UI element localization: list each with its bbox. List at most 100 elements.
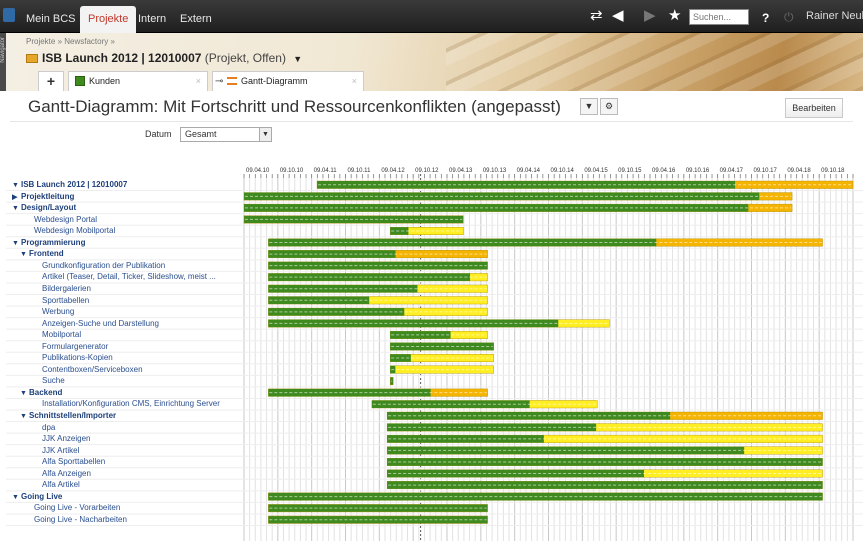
app-logo-icon[interactable] [3,8,15,22]
gantt-date-label: 09.04.17 [720,168,744,174]
gantt-task-row[interactable]: Alfa Anzeigen [12,468,245,479]
gantt-task-row[interactable]: Alfa Sporttabellen [12,456,245,467]
forward-icon[interactable]: ▶ [644,8,656,24]
project-header: Projekte » Newsfactory » ISB Launch 2012… [6,33,863,91]
gantt-task-row[interactable]: ▶ Projektleitung [12,191,245,202]
gantt-date-label: 09.10.15 [618,168,642,174]
gantt-task-row[interactable]: dpa [12,422,245,433]
edit-button[interactable]: Bearbeiten [785,98,843,118]
date-filter-value: Gesamt [185,129,217,139]
gantt-task-row[interactable]: Installation/Konfiguration CMS, Einricht… [12,398,245,409]
gantt-task-label: Suche [42,376,65,386]
gantt-task-row[interactable]: Anzeigen-Suche und Darstellung [12,318,245,329]
expand-chevron-down-icon[interactable]: ▼ [20,411,29,421]
gantt-task-row[interactable]: ▼ Going Live [12,491,245,502]
gantt-progress-bar [268,296,370,305]
page-title: Gantt-Diagramm: Mit Fortschritt und Ress… [28,97,561,116]
project-menu-chevron-down-icon[interactable]: ▼ [293,54,302,64]
date-filter-select[interactable]: Gesamt ▼ [180,127,272,142]
gantt-task-label: Bildergalerien [42,283,91,293]
date-filter-label: Datum [145,129,172,139]
expand-chevron-down-icon[interactable]: ▼ [12,180,21,190]
top-navigation-bar: Mein BCS Projekte Intern Extern ⇄ ◀ ▶ ★ … [0,0,863,33]
search-input[interactable] [689,9,749,25]
gantt-task-label: Artikel (Teaser, Detail, Ticker, Slidesh… [42,272,216,282]
gantt-task-row[interactable]: Webdesign Mobilportal [12,225,245,236]
gantt-task-label: Webdesign Portal [34,214,97,224]
gantt-task-row[interactable]: Alfa Artikel [12,479,245,490]
nav-tab-projekte[interactable]: Projekte [80,6,137,33]
settings-gear-icon[interactable]: ⚙ [600,98,618,115]
gantt-task-row[interactable]: ▼ Programmierung [12,237,245,248]
gantt-task-row[interactable]: Grundkonfiguration der Publikation [12,260,245,271]
close-tab-icon[interactable]: × [352,72,357,90]
gantt-task-label: Anzeigen-Suche und Darstellung [42,318,159,328]
gantt-task-row[interactable]: Going Live - Nacharbeiten [12,514,245,525]
collapse-chevron-right-icon[interactable]: ▶ [12,192,21,202]
gantt-task-row[interactable]: Publikations-Kopien [12,352,245,363]
nav-tab-intern[interactable]: Intern [130,6,174,33]
tab-gantt-diagramm[interactable]: ⊸ Gantt-Diagramm × [212,71,364,91]
gantt-task-row[interactable]: Suche [12,375,245,386]
gantt-date-label: 09.04.11 [314,168,338,174]
close-tab-icon[interactable]: × [196,72,201,90]
gantt-task-row[interactable]: Artikel (Teaser, Detail, Ticker, Slidesh… [12,271,245,282]
gantt-date-label: 09.10.12 [415,168,439,174]
tab-label: Kunden [89,76,121,86]
gantt-task-label: JJK Anzeigen [42,434,91,444]
pin-icon[interactable]: ⊸ [215,73,223,91]
gantt-task-row[interactable]: ▼ ISB Launch 2012 | 12010007 [12,179,245,190]
expand-chevron-down-icon[interactable]: ▼ [12,203,21,213]
gantt-task-row[interactable]: JJK Artikel [12,445,245,456]
gantt-date-label: 09.04.12 [381,168,405,174]
gantt-task-label: Werbung [42,307,75,317]
power-icon[interactable]: ⏻ [784,9,794,25]
back-icon[interactable]: ◀ [612,8,624,24]
gantt-task-row[interactable]: JJK Anzeigen [12,433,245,444]
gantt-task-row[interactable]: Werbung [12,306,245,317]
gantt-task-label: Webdesign Mobilportal [34,226,116,236]
gantt-task-row[interactable]: Bildergalerien [12,283,245,294]
gantt-task-label: Contentboxen/Serviceboxen [42,364,143,374]
expand-chevron-down-icon[interactable]: ▼ [20,249,29,259]
gantt-date-label: 09.10.16 [686,168,710,174]
gantt-task-label: Going Live [21,491,63,501]
gantt-date-label: 09.04.18 [787,168,811,174]
gantt-task-label: Backend [29,387,63,397]
refresh-icon[interactable]: ⇄ [590,8,603,24]
divider [10,121,853,122]
gantt-task-label: Going Live - Nacharbeiten [34,514,127,524]
project-title-line: ISB Launch 2012 | 12010007 (Projekt, Off… [26,51,302,65]
help-icon[interactable]: ? [762,10,769,26]
gantt-icon [227,77,237,85]
gantt-task-label: Publikations-Kopien [42,353,113,363]
gantt-task-row[interactable]: Webdesign Portal [12,214,245,225]
gantt-date-label: 09.04.13 [449,168,473,174]
gantt-task-label: Going Live - Vorarbeiten [34,503,121,513]
gantt-task-row[interactable]: ▼ Design/Layout [12,202,245,213]
gantt-task-label: Mobilportal [42,330,82,340]
expand-chevron-down-icon[interactable]: ▼ [20,388,29,398]
gantt-task-row[interactable]: Formulargenerator [12,341,245,352]
expand-chevron-down-icon[interactable]: ▼ [12,238,21,248]
user-name[interactable]: Rainer Neuber [806,10,863,22]
nav-tab-extern[interactable]: Extern [172,6,220,33]
gantt-task-row[interactable]: Contentboxen/Serviceboxen [12,364,245,375]
gantt-task-row[interactable]: Mobilportal [12,329,245,340]
breadcrumb[interactable]: Projekte » Newsfactory » [26,37,115,46]
nav-tab-mein-bcs[interactable]: Mein BCS [18,6,84,33]
gantt-task-row[interactable]: ▼ Frontend [12,248,245,259]
favorites-star-icon[interactable]: ★ [668,8,681,24]
add-tab-button[interactable]: + [38,71,64,91]
gantt-date-label: 09.10.10 [280,168,304,174]
gantt-task-row[interactable]: ▼ Backend [12,387,245,398]
tab-kunden[interactable]: Kunden × [68,71,208,91]
gantt-task-row[interactable]: Sporttabellen [12,295,245,306]
gantt-task-row[interactable]: ▼ Schnittstellen/Importer [12,410,245,421]
view-dropdown-chevron-down-icon[interactable]: ▼ [580,98,598,115]
expand-chevron-down-icon[interactable]: ▼ [12,492,21,502]
gantt-task-row[interactable]: Going Live - Vorarbeiten [12,502,245,513]
gantt-task-label: Alfa Sporttabellen [42,457,106,467]
chevron-down-icon[interactable]: ▼ [259,128,271,141]
gantt-date-label: 09.10.17 [754,168,778,174]
